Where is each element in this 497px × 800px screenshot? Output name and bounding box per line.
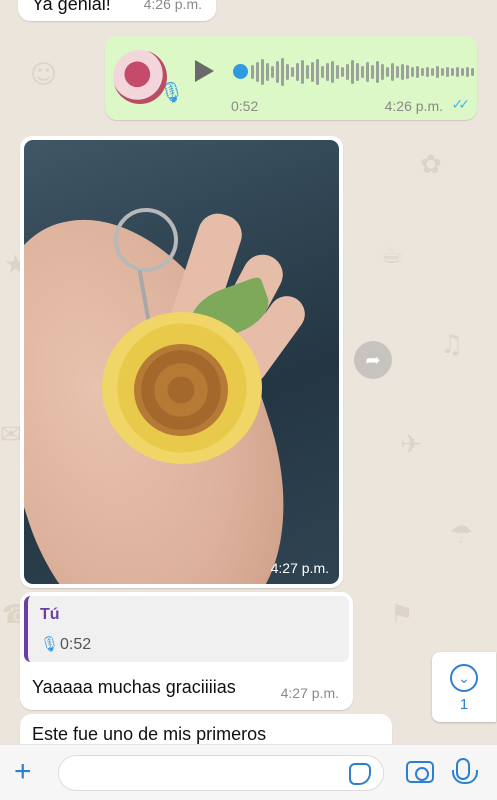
playback-scrubber[interactable]: [233, 64, 248, 79]
quote-author: Tú: [40, 606, 60, 623]
voice-message[interactable]: 🎙 0:52 4:26 p.m. ✓✓: [105, 36, 477, 120]
reply-message[interactable]: Tú 🎙 0:52 Yaaaaa muchas graciiiias 4:27 …: [20, 592, 353, 710]
mic-icon: 🎙: [40, 636, 60, 653]
quote-duration: 0:52: [60, 636, 92, 653]
double-check-icon: ✓✓: [451, 96, 471, 112]
message-time: 4:26 p.m.: [143, 0, 202, 12]
camera-icon[interactable]: [406, 761, 434, 783]
sunflower-center: [134, 344, 228, 436]
sunflower-keychain-photo[interactable]: [24, 140, 339, 584]
message-text: Este fue uno de mis primeros: [32, 724, 267, 744]
waveform[interactable]: [251, 54, 474, 90]
sticker-icon[interactable]: [349, 763, 371, 785]
message-time: 4:27 p.m.: [280, 685, 339, 701]
voice-duration: 0:52: [231, 98, 259, 114]
keyring-shape: [114, 208, 178, 272]
chevron-down-icon: ⌄: [450, 664, 478, 692]
forward-icon[interactable]: ➦: [354, 341, 392, 379]
message-input[interactable]: [58, 755, 384, 791]
unread-count: 1: [459, 696, 469, 713]
mic-icon: 🎙: [159, 82, 185, 104]
chat-area: Ya genial! 4:26 p.m. 🎙 0:52 4:26 p.m. ✓✓: [0, 0, 497, 800]
quoted-message[interactable]: Tú 🎙 0:52: [24, 596, 349, 662]
message-time: 4:27 p.m.: [270, 560, 329, 576]
play-icon[interactable]: [195, 60, 214, 82]
plus-icon[interactable]: +: [14, 757, 32, 787]
message-composer: +: [0, 744, 497, 800]
image-message[interactable]: 4:27 p.m.: [20, 136, 343, 588]
message-text: Ya genial!: [32, 0, 111, 14]
mic-icon[interactable]: [452, 758, 478, 784]
message-text: Yaaaaa muchas graciiiias: [32, 677, 236, 697]
message-incoming: Ya genial! 4:26 p.m.: [18, 0, 216, 21]
scroll-to-bottom-button[interactable]: ⌄ 1: [432, 652, 496, 722]
message-time: 4:26 p.m.: [384, 98, 443, 114]
